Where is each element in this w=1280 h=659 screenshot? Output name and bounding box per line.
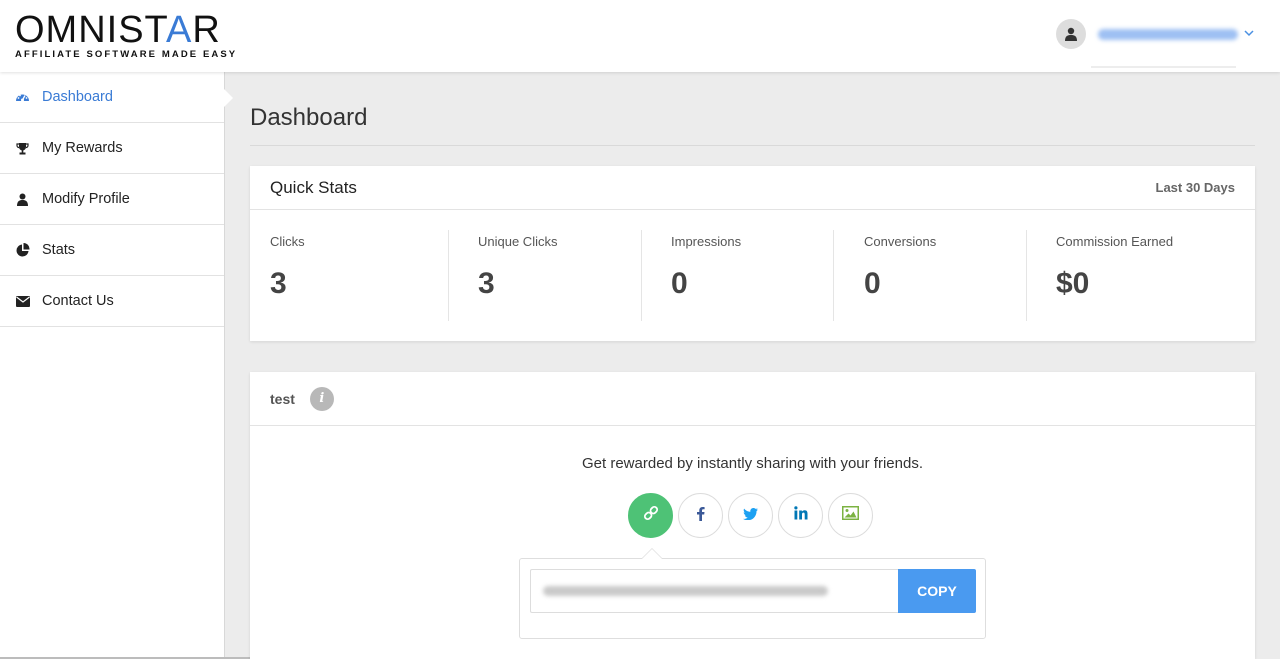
- sidebar: Dashboard My Rewards Modify Profile Stat…: [0, 72, 233, 659]
- logo-tagline: AFFILIATE SOFTWARE MADE EASY: [15, 49, 238, 60]
- sidebar-item-label: Contact Us: [42, 293, 114, 309]
- stat-clicks: Clicks 3: [250, 210, 448, 341]
- sidebar-item-modify-profile[interactable]: Modify Profile: [0, 174, 224, 225]
- linkedin-icon: [793, 506, 808, 525]
- sidebar-item-contact-us[interactable]: Contact Us: [0, 276, 224, 327]
- stat-commission-earned: Commission Earned $0: [1026, 230, 1255, 321]
- user-email-redacted[interactable]: [1098, 28, 1238, 40]
- share-link-input[interactable]: [530, 569, 898, 613]
- sidebar-item-stats[interactable]: Stats: [0, 225, 224, 276]
- share-link-panel: COPY: [519, 548, 986, 639]
- share-card-header: test i: [250, 372, 1255, 426]
- stats-row: Clicks 3 Unique Clicks 3 Impressions 0 C…: [250, 210, 1255, 341]
- top-header: OMNISTAR AFFILIATE SOFTWARE MADE EASY: [0, 0, 1280, 72]
- stat-label: Clicks: [270, 234, 305, 249]
- sidebar-item-label: Modify Profile: [42, 191, 130, 207]
- user-menu[interactable]: [1056, 19, 1254, 49]
- user-icon[interactable]: [1056, 19, 1086, 49]
- stat-unique-clicks: Unique Clicks 3: [448, 230, 641, 321]
- facebook-icon: [696, 506, 705, 526]
- image-icon: [842, 506, 859, 525]
- stat-label: Commission Earned: [1056, 234, 1174, 249]
- user-menu-divider: [1091, 66, 1236, 68]
- stat-value: 3: [478, 267, 495, 300]
- stat-value: 3: [270, 267, 287, 300]
- user-icon: [15, 192, 30, 207]
- page-title: Dashboard: [250, 104, 368, 131]
- stat-label: Conversions: [864, 234, 937, 249]
- share-link-button[interactable]: [628, 493, 673, 538]
- share-card: test i Get rewarded by instantly sharing…: [250, 372, 1255, 659]
- chevron-down-icon[interactable]: [1244, 28, 1254, 40]
- sidebar-item-my-rewards[interactable]: My Rewards: [0, 123, 224, 174]
- campaign-name: test: [270, 390, 295, 407]
- share-buttons: [628, 493, 878, 538]
- sidebar-item-label: Stats: [42, 242, 76, 258]
- pie-chart-icon: [15, 243, 30, 258]
- stat-label: Unique Clicks: [478, 234, 558, 249]
- omnistar-logo[interactable]: OMNISTAR AFFILIATE SOFTWARE MADE EASY: [15, 9, 238, 60]
- quick-stats-title: Quick Stats: [270, 177, 357, 197]
- twitter-icon: [743, 507, 758, 525]
- envelope-icon: [15, 294, 30, 309]
- info-icon[interactable]: i: [309, 386, 334, 411]
- share-linkedin-button[interactable]: [778, 493, 823, 538]
- link-icon: [643, 505, 659, 526]
- sidebar-item-dashboard[interactable]: Dashboard: [0, 72, 233, 123]
- quick-stats-card: Quick Stats Last 30 Days Clicks 3 Unique…: [250, 166, 1255, 341]
- share-link-url-redacted: [543, 586, 828, 596]
- share-image-button[interactable]: [828, 493, 873, 538]
- share-tagline: Get rewarded by instantly sharing with y…: [582, 455, 923, 472]
- title-divider: [250, 145, 1255, 146]
- sidebar-item-label: My Rewards: [42, 140, 123, 156]
- dashboard-icon: [15, 90, 30, 105]
- stat-value: 0: [671, 267, 688, 300]
- quick-stats-header: Quick Stats Last 30 Days: [250, 166, 1255, 210]
- share-facebook-button[interactable]: [678, 493, 723, 538]
- share-twitter-button[interactable]: [728, 493, 773, 538]
- stat-label: Impressions: [671, 234, 742, 249]
- date-range-label: Last 30 Days: [1155, 180, 1236, 195]
- copy-button[interactable]: COPY: [898, 569, 976, 613]
- sidebar-item-label: Dashboard: [42, 89, 113, 105]
- stat-value: 0: [864, 267, 881, 300]
- stat-conversions: Conversions 0: [833, 230, 1026, 321]
- stat-value: $0: [1056, 267, 1090, 300]
- stat-impressions: Impressions 0: [641, 230, 833, 321]
- trophy-icon: [15, 141, 30, 156]
- logo-wordmark: OMNISTAR: [15, 9, 221, 51]
